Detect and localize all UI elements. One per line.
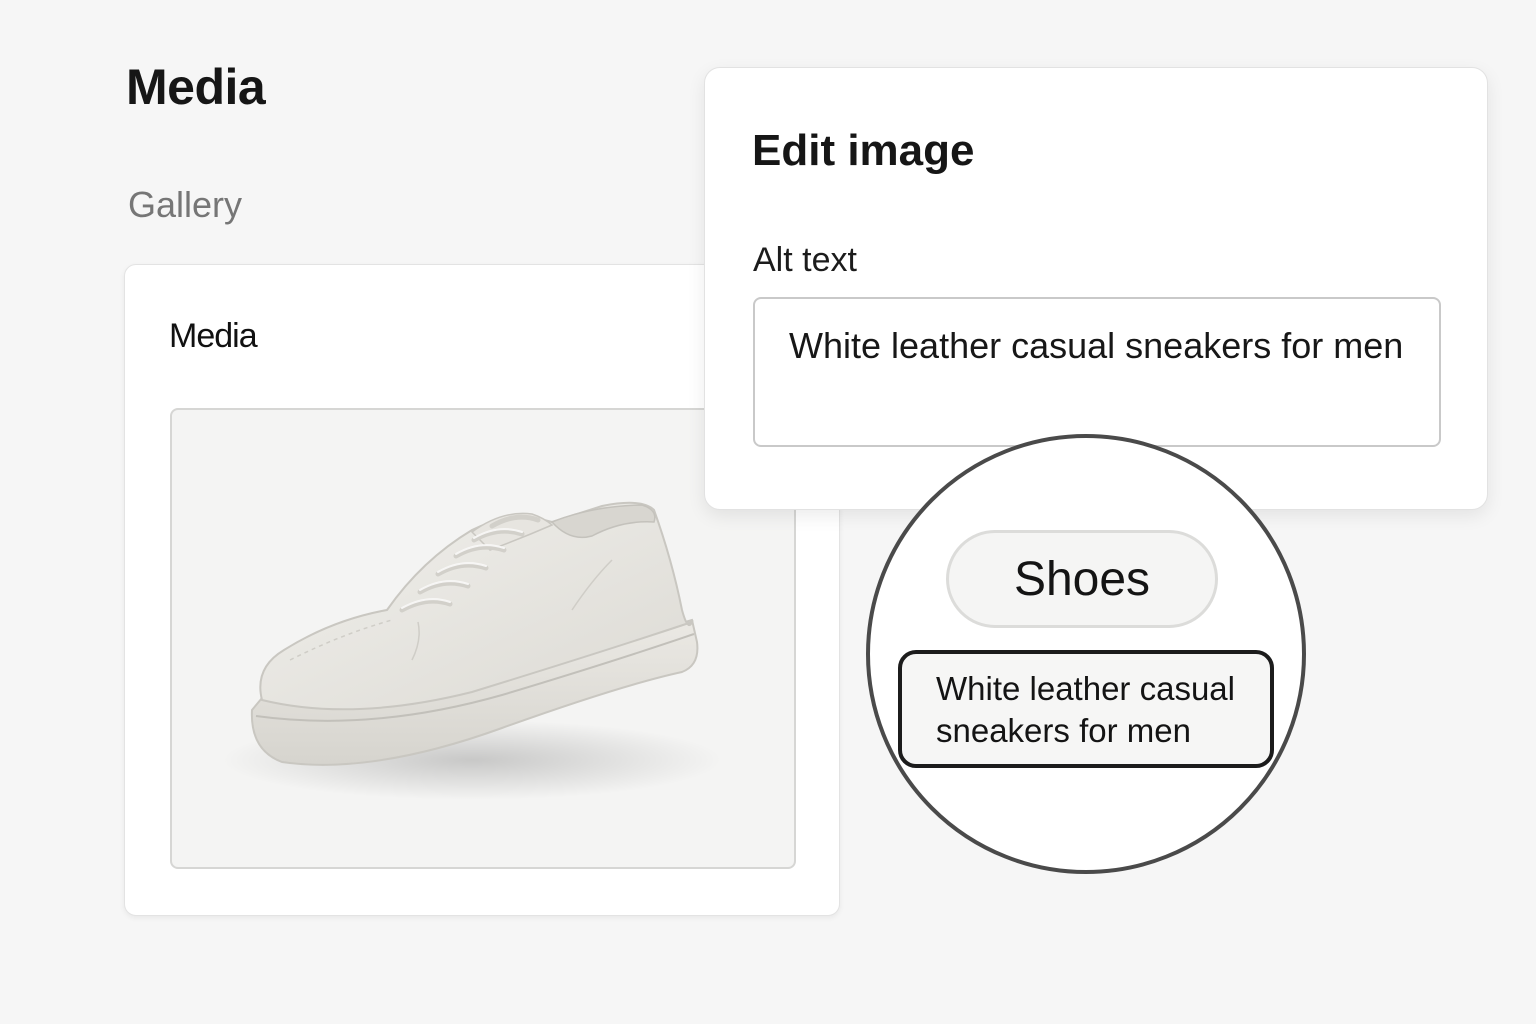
app-stage: Media Gallery Media Edit image Alt text … [0, 0, 1536, 1024]
media-card-title: Media [169, 317, 258, 355]
alt-text-field[interactable]: White leather casual sneakers for men [753, 297, 1441, 447]
edit-image-title: Edit image [752, 126, 975, 175]
product-image-thumbnail[interactable] [170, 408, 796, 869]
sneaker-image [222, 501, 722, 800]
alt-text-label: Alt text [753, 241, 857, 279]
alt-text-preview: White leather casual sneakers for men [898, 650, 1274, 768]
magnifier-callout: Shoes White leather casual sneakers for … [866, 434, 1306, 874]
shoes-tag[interactable]: Shoes [946, 530, 1218, 628]
page-title: Media [126, 59, 266, 115]
gallery-section-label: Gallery [128, 184, 243, 225]
